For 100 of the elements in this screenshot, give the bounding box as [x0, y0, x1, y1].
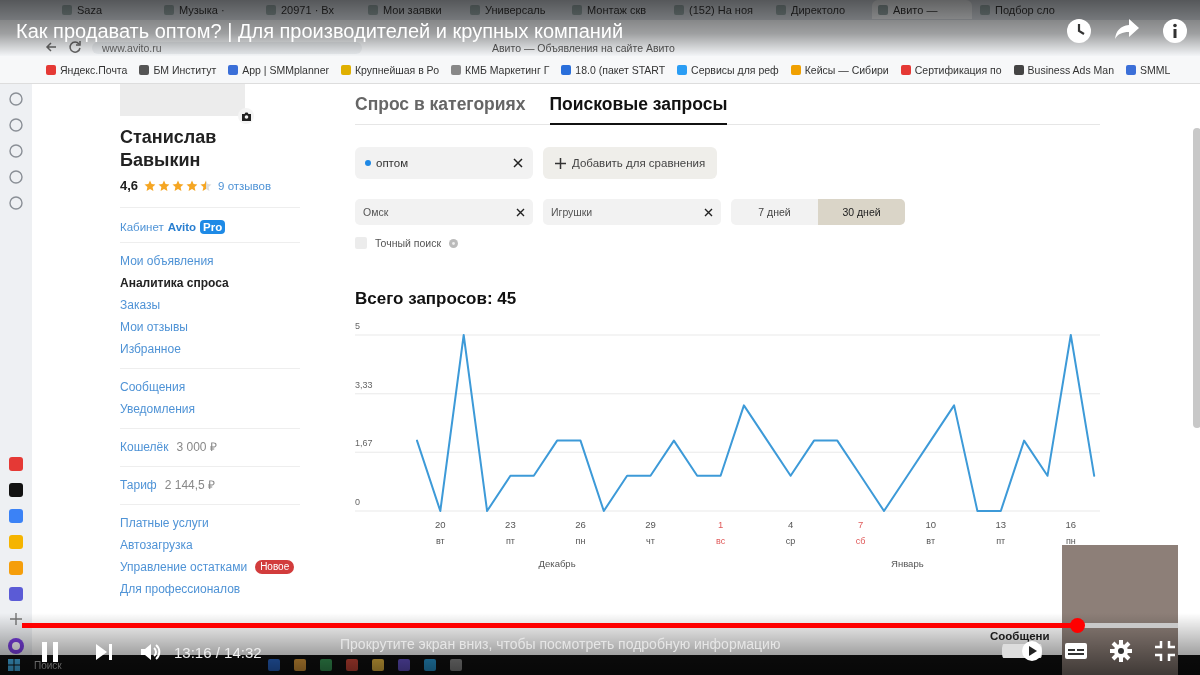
clear-icon[interactable]: [704, 207, 713, 217]
tab[interactable]: Поисковые запросы: [549, 92, 728, 125]
weekday-label: чт: [646, 536, 655, 546]
assistant-icon[interactable]: [7, 637, 25, 655]
progress-bar[interactable]: [22, 618, 1178, 633]
page-title: Авито — Объявления на сайте Авито: [492, 42, 675, 54]
rating-value: 4,6: [120, 178, 139, 193]
video-title[interactable]: Как продавать оптом? | Для производителей и крупных компаний: [16, 20, 624, 42]
address-field[interactable]: www.avito.ru: [92, 42, 362, 54]
add-comparison-button[interactable]: Добавить для сравнения: [543, 147, 718, 179]
bookmark[interactable]: SMML: [1126, 63, 1171, 76]
filter-field[interactable]: Игрушки: [543, 199, 721, 225]
month-label: Январь: [891, 558, 924, 569]
next-icon[interactable]: [94, 642, 114, 662]
new-badge: Новое: [255, 560, 295, 574]
sidebar-item[interactable]: Мои отзывы: [120, 316, 355, 338]
browser-tab[interactable]: Универсаль: [464, 0, 564, 19]
sidebar-item[interactable]: Заказы: [120, 294, 355, 316]
browser-tab[interactable]: Авито —: [872, 0, 972, 19]
bookmark[interactable]: Business Ads Man: [1013, 63, 1114, 76]
taskbar-app-icon[interactable]: [268, 659, 280, 671]
bookmark[interactable]: Сервисы для реф: [677, 63, 779, 76]
taskbar-app-icon[interactable]: [346, 659, 358, 671]
camera-icon[interactable]: [238, 108, 254, 124]
sidebar-item[interactable]: Мои объявления: [120, 250, 355, 272]
browser-tab[interactable]: Музыка ·: [158, 0, 258, 19]
browser-tab[interactable]: 20971 · Вх: [260, 0, 360, 19]
exit-fullscreen-icon[interactable]: [1154, 640, 1176, 662]
windows-icon[interactable]: [8, 659, 20, 671]
reload-icon[interactable]: [68, 40, 82, 54]
bookmark[interactable]: App | SMMplanner: [228, 63, 329, 76]
volume-icon[interactable]: [140, 642, 162, 662]
bookmark[interactable]: КМБ Маркетинг Г: [451, 63, 550, 76]
browser-tab[interactable]: Директоло: [770, 0, 870, 19]
bookmark[interactable]: 18.0 (пакет START: [561, 63, 666, 76]
browser-tab[interactable]: (152) На ноя: [668, 0, 768, 19]
sidebar-item[interactable]: Управление остатками: [120, 556, 248, 578]
month-label: Декабрь: [538, 558, 576, 569]
plus-icon: [555, 157, 566, 169]
reviews-link[interactable]: 9 отзывов: [218, 179, 272, 192]
tab[interactable]: Спрос в категориях: [355, 92, 526, 125]
query-text: оптом: [376, 157, 409, 169]
taskbar-app-icon[interactable]: [424, 659, 436, 671]
clear-icon[interactable]: [516, 207, 525, 217]
sidebar-item[interactable]: Автозагрузка: [120, 534, 355, 556]
browser-tab[interactable]: Подбор сло: [974, 0, 1074, 19]
app-icon[interactable]: [9, 483, 23, 497]
sidebar-item[interactable]: Для профессионалов: [120, 578, 355, 600]
search-query-chip[interactable]: оптом: [355, 147, 533, 179]
bookmark[interactable]: Яндекс.Почта: [46, 63, 128, 76]
taskbar-app-icon[interactable]: [450, 659, 462, 671]
weekday-label: пн: [1065, 536, 1076, 546]
autoplay-toggle[interactable]: [1002, 641, 1042, 661]
x-axis-label: 23: [505, 519, 516, 530]
sidebar-item[interactable]: Сообщения: [120, 376, 355, 398]
y-axis-label: 1,67: [355, 438, 373, 449]
taskbar-app-icon[interactable]: [372, 659, 384, 671]
bookmark[interactable]: Кейсы — Сибири: [790, 63, 889, 76]
browser-tab[interactable]: Мои заявки: [362, 0, 462, 19]
add-icon[interactable]: [10, 613, 22, 625]
bookmark[interactable]: Сертификация по: [900, 63, 1002, 76]
weekday-label: вт: [436, 536, 445, 546]
browser-tab[interactable]: Монтаж скв: [566, 0, 666, 19]
app-icon[interactable]: [9, 587, 23, 601]
sidebar-item[interactable]: Уведомления: [120, 398, 355, 420]
help-icon[interactable]: [449, 238, 459, 248]
y-axis-label: 5: [355, 321, 360, 331]
info-icon[interactable]: [1162, 18, 1188, 44]
period-toggle[interactable]: 30 дней: [818, 199, 905, 225]
x-axis-label: 13: [995, 519, 1007, 530]
subtitles-icon[interactable]: [1064, 642, 1088, 660]
balance-amount: 2 144,5 ₽: [164, 477, 216, 494]
weekday-label: вт: [926, 536, 936, 546]
sidebar-item[interactable]: Аналитика спроса: [120, 272, 355, 294]
x-axis-label: 1: [717, 519, 724, 530]
close-icon[interactable]: [513, 158, 523, 168]
y-axis-label: 0: [355, 497, 360, 507]
x-axis-label: 7: [858, 519, 864, 530]
camera-glyph-icon: [240, 111, 252, 121]
taskbar-search[interactable]: Поиск: [34, 659, 254, 671]
bookmark[interactable]: БМ Институт: [139, 63, 217, 76]
y-axis-label: 3,33: [355, 379, 373, 390]
filter-field[interactable]: Омск: [355, 199, 533, 225]
share-icon[interactable]: [1114, 18, 1140, 40]
pro-cabinet-link[interactable]: Кабинет Avito Pro: [120, 220, 355, 234]
sidebar-item[interactable]: Платные услуги: [120, 512, 355, 534]
weekday-label: пт: [996, 536, 1006, 546]
browser-tab[interactable]: Saza: [56, 0, 156, 19]
taskbar-app-icon[interactable]: [320, 659, 332, 671]
taskbar-app-icon[interactable]: [294, 659, 306, 671]
back-arrow-icon[interactable]: [44, 40, 58, 54]
sidebar-item[interactable]: Тариф: [120, 474, 157, 496]
settings-icon[interactable]: [1110, 640, 1132, 662]
bookmark[interactable]: Крупнейшая в Ро: [341, 63, 439, 76]
sidebar-item[interactable]: Кошелёк: [120, 436, 169, 458]
period-toggle[interactable]: 7 дней: [731, 199, 818, 225]
weekday-label: вс: [715, 536, 726, 546]
sidebar-item[interactable]: Избранное: [120, 338, 355, 360]
taskbar-app-icon[interactable]: [398, 659, 410, 671]
total-requests-heading: Всего запросов: 45: [355, 289, 518, 309]
